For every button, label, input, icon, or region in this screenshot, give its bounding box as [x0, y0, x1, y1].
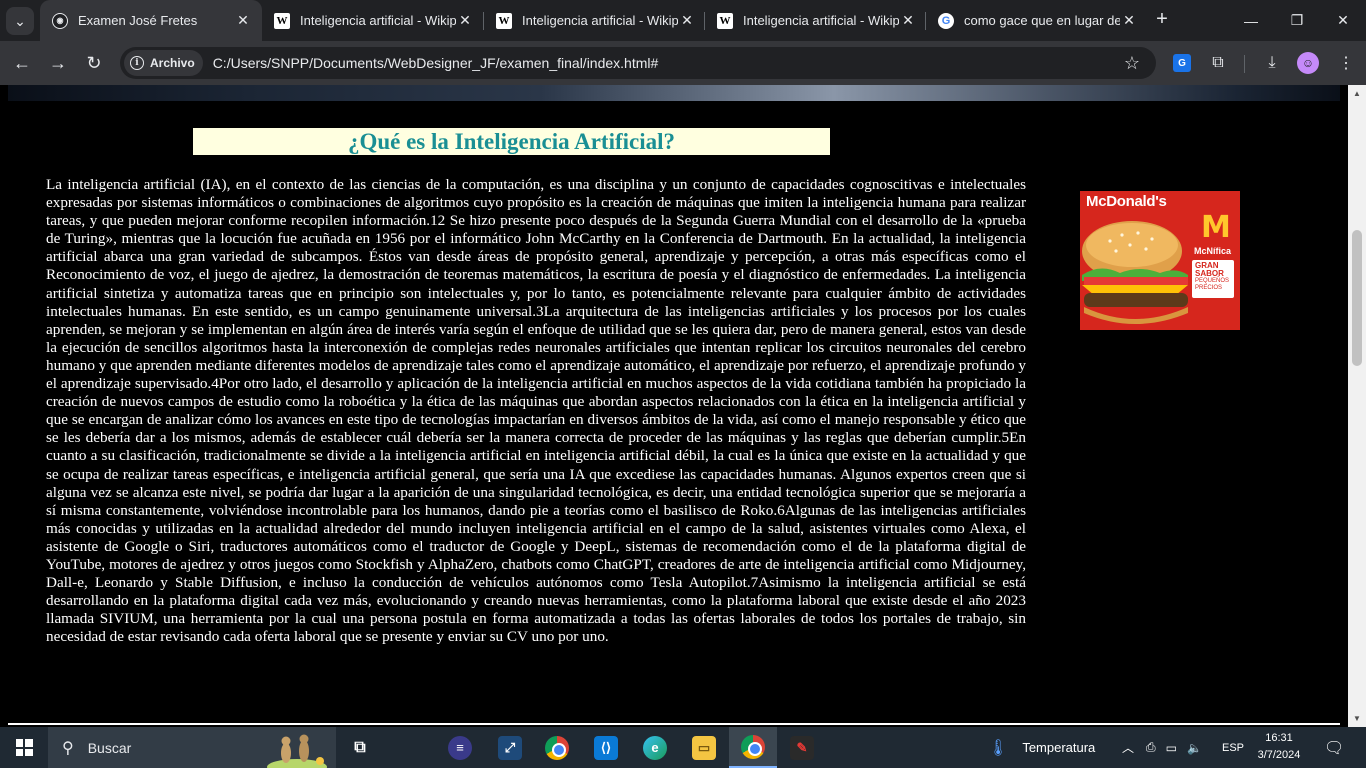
minimize-button[interactable]: —	[1228, 0, 1274, 41]
network-icon[interactable]: ▭	[1166, 741, 1177, 755]
footer-divider	[8, 723, 1340, 725]
close-icon[interactable]: ✕	[899, 12, 917, 29]
close-icon[interactable]: ✕	[678, 12, 696, 29]
language-indicator[interactable]: ESP	[1222, 727, 1244, 768]
notifications-icon[interactable]: 🗨	[1324, 727, 1344, 768]
app-icon[interactable]: ⤢	[486, 727, 534, 768]
site-chip-label: Archivo	[150, 56, 195, 70]
windows-start-icon[interactable]	[0, 727, 48, 768]
microsoft-store-icon[interactable]	[386, 727, 434, 768]
article-text: La inteligencia artificial (IA), en el c…	[46, 176, 1026, 646]
search-placeholder: Buscar	[87, 739, 132, 756]
badge-line2: PEQUEÑOS PRECIOS	[1195, 278, 1230, 291]
system-clock[interactable]: 16:31 3/7/2024	[1250, 730, 1308, 764]
ad-brand: McDonald's	[1086, 193, 1167, 210]
address-bar[interactable]: i Archivo C:/Users/SNPP/Documents/WebDes…	[120, 47, 1156, 79]
app-icon[interactable]: ✎	[778, 727, 826, 768]
ad-price-badge: GRAN SABOR PEQUEÑOS PRECIOS	[1192, 260, 1234, 298]
taskbar-search[interactable]: ⚲ Buscar	[48, 727, 336, 768]
clock-date: 3/7/2024	[1257, 749, 1301, 761]
wikipedia-icon: W	[274, 12, 290, 29]
thermometer-icon: 🌡	[988, 739, 1009, 757]
browser-toolbar: ← → ↻ i Archivo C:/Users/SNPP/Documents/…	[0, 41, 1366, 85]
toolbar-divider	[1244, 55, 1245, 73]
tab-wikipedia-3[interactable]: W Inteligencia artificial - Wikipe ✕	[705, 0, 927, 41]
mcdonalds-ad-banner[interactable]: McDonald's M McNífica GRAN SABOR PEQUEÑO…	[1080, 191, 1240, 330]
wikipedia-icon: W	[496, 12, 512, 29]
tab-examen[interactable]: ◉ Examen José Fretes ✕	[40, 0, 262, 41]
clock-time: 16:31	[1265, 732, 1293, 744]
close-window-button[interactable]: ✕	[1320, 0, 1366, 41]
tab-strip: ⌄ ◉ Examen José Fretes ✕ W Inteligencia …	[0, 0, 1366, 41]
weather-label: Temperatura	[1022, 740, 1096, 755]
close-icon[interactable]: ✕	[456, 12, 474, 29]
scroll-down-icon[interactable]: ▼	[1348, 710, 1366, 727]
tray-icons[interactable]: ⎙ ▭ 🔈	[1146, 727, 1202, 768]
tab-wikipedia-1[interactable]: W Inteligencia artificial - Wikipe ✕	[262, 0, 484, 41]
google-icon: G	[938, 12, 954, 29]
scrollbar-thumb[interactable]	[1352, 230, 1362, 366]
profile-avatar-icon[interactable]: ☺	[1297, 52, 1319, 74]
meerkat-illustration	[267, 734, 327, 768]
tab-title: Inteligencia artificial - Wikipe	[522, 13, 678, 28]
windows-taskbar: ⚲ Buscar ⧉ ≡ ⤢ ⟨⟩ e ▭ ✎ 🌡 Temperatura ︿ …	[0, 727, 1366, 768]
site-info-chip[interactable]: i Archivo	[124, 50, 203, 76]
url-text[interactable]: C:/Users/SNPP/Documents/WebDesigner_JF/e…	[213, 55, 1118, 71]
star-icon[interactable]: ☆	[1118, 53, 1146, 74]
tab-title: Inteligencia artificial - Wikipe	[300, 13, 456, 28]
chrome-active-icon[interactable]	[729, 727, 777, 768]
vscode-icon[interactable]: ⟨⟩	[582, 727, 630, 768]
badge-line1: GRAN SABOR	[1195, 261, 1224, 278]
volume-icon[interactable]: 🔈	[1187, 741, 1202, 755]
close-icon[interactable]: ✕	[234, 12, 252, 29]
ad-product: McNífica	[1194, 246, 1232, 256]
restore-button[interactable]: ❐	[1274, 0, 1320, 41]
reload-icon[interactable]: ↻	[80, 49, 108, 77]
heading-box: ¿Qué es la Inteligencia Artificial?	[193, 128, 830, 155]
close-icon[interactable]: ✕	[1120, 12, 1138, 29]
extensions-icon[interactable]: ⧉	[1206, 51, 1230, 75]
weather-widget[interactable]: 🌡 Temperatura	[988, 727, 1095, 768]
burger-image	[1082, 221, 1188, 324]
wikipedia-icon: W	[717, 12, 733, 29]
task-view-icon[interactable]: ⧉	[336, 727, 384, 768]
edge-icon[interactable]: e	[631, 727, 679, 768]
header-banner-image	[8, 85, 1340, 101]
app-icon[interactable]: ≡	[436, 727, 484, 768]
tab-title: como gace que en lugar de	[964, 13, 1120, 28]
file-explorer-icon[interactable]: ▭	[680, 727, 728, 768]
page-scrollbar[interactable]: ▲ ▼	[1348, 85, 1366, 727]
info-icon: i	[130, 56, 144, 70]
arrow-right-icon[interactable]: →	[44, 49, 72, 77]
tab-google-search[interactable]: G como gace que en lugar de ✕	[926, 0, 1148, 41]
arrow-left-icon[interactable]: ←	[8, 49, 36, 77]
scroll-up-icon[interactable]: ▲	[1348, 85, 1366, 102]
app-tray-icon[interactable]: ⎙	[1146, 740, 1156, 755]
tab-title: Inteligencia artificial - Wikipe	[743, 13, 899, 28]
page-title: ¿Qué es la Inteligencia Artificial?	[347, 129, 676, 154]
chrome-icon[interactable]	[533, 727, 581, 768]
tray-chevron-icon[interactable]: ︿	[1122, 727, 1134, 768]
search-icon: ⚲	[62, 739, 74, 757]
golden-arches-logo: M	[1201, 210, 1231, 245]
tab-title: Examen José Fretes	[78, 13, 198, 28]
download-icon[interactable]: ⤓	[1260, 51, 1284, 75]
chevron-down-icon[interactable]: ⌄	[6, 7, 34, 35]
page-favicon-icon: ◉	[52, 12, 68, 29]
new-tab-button[interactable]: +	[1150, 8, 1174, 32]
page-viewport: ¿Qué es la Inteligencia Artificial? La i…	[0, 85, 1348, 727]
menu-dots-icon[interactable]: ⋮	[1334, 51, 1358, 75]
translate-icon[interactable]: G	[1173, 54, 1191, 72]
tab-wikipedia-2[interactable]: W Inteligencia artificial - Wikipe ✕	[484, 0, 706, 41]
